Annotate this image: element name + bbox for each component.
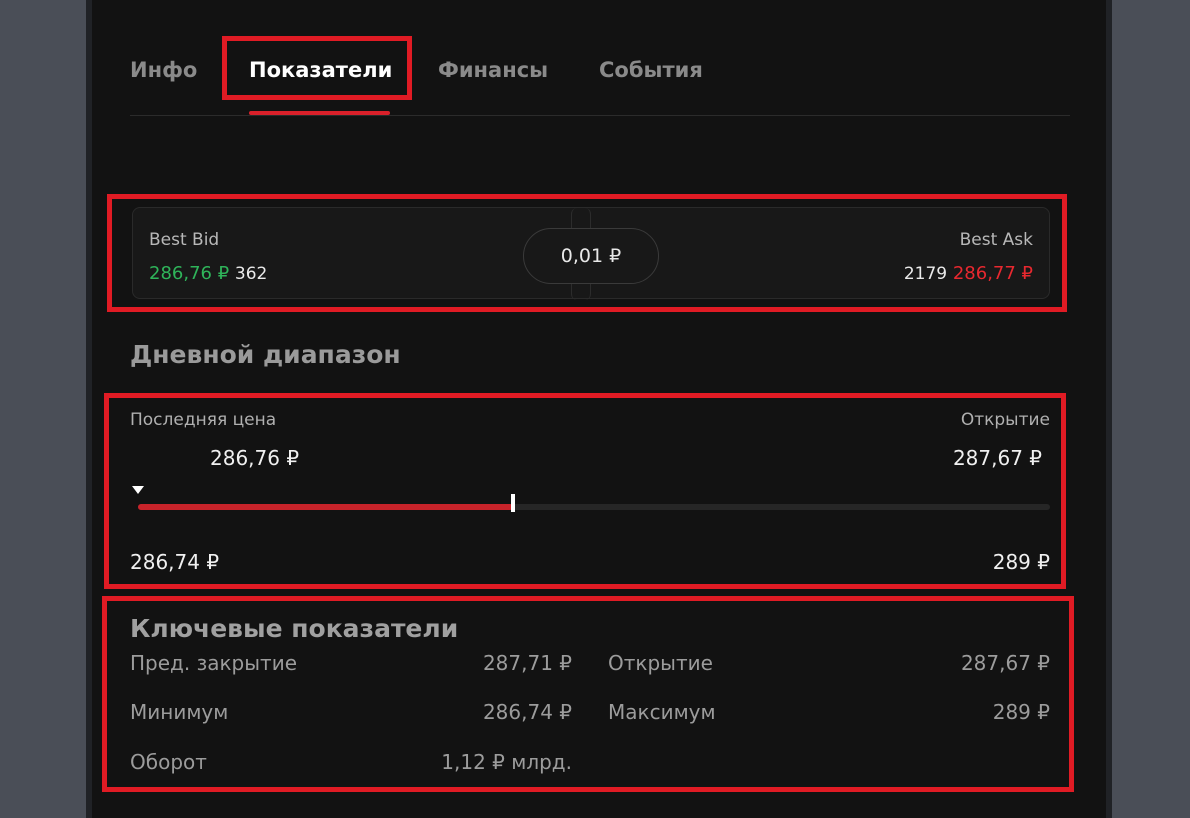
metric-value-max: 289 ₽: [992, 700, 1050, 724]
best-bid-price: 286,76 ₽: [149, 263, 230, 284]
open-value: 287,67 ₽: [952, 446, 1042, 470]
metric-label-min: Минимум: [130, 700, 229, 724]
tab-finances[interactable]: Финансы: [438, 58, 548, 82]
best-bid-ask-card: Best Bid 286,76 ₽ 362 0,01 ₽ Best Ask 21…: [132, 207, 1050, 300]
range-min-value: 286,74 ₽: [130, 550, 220, 574]
metric-label-prev-close: Пред. закрытие: [130, 651, 297, 675]
metric-label-max: Максимум: [608, 700, 716, 724]
open-price-marker: [511, 494, 515, 512]
tab-events[interactable]: События: [599, 58, 703, 82]
left-backdrop: [0, 0, 90, 818]
best-ask-row: 2179 286,77 ₽: [904, 263, 1033, 284]
range-max-value: 289 ₽: [992, 550, 1050, 574]
instrument-panel: Инфо Показатели Финансы События Best Bid…: [92, 0, 1106, 818]
last-price-value: 286,76 ₽: [210, 446, 300, 470]
tab-info[interactable]: Инфо: [130, 58, 197, 82]
metric-label-open: Открытие: [608, 651, 713, 675]
day-range-title: Дневной диапазон: [130, 340, 401, 369]
best-bid-volume: 362: [234, 264, 268, 284]
best-ask-volume: 2179: [903, 264, 948, 284]
last-price-label: Последняя цена: [130, 410, 277, 430]
tabs-divider: [130, 115, 1070, 116]
metric-value-prev-close: 287,71 ₽: [482, 651, 572, 675]
key-metrics-title: Ключевые показатели: [130, 614, 459, 643]
tab-indicators[interactable]: Показатели: [249, 58, 392, 82]
best-bid-row: 286,76 ₽ 362: [149, 263, 267, 284]
best-ask-title: Best Ask: [959, 230, 1033, 250]
day-range-fill: [138, 504, 513, 510]
right-edge: [1106, 0, 1112, 818]
best-bid-title: Best Bid: [149, 230, 220, 250]
spread-pill: 0,01 ₽: [523, 228, 659, 284]
day-range-track: [138, 504, 1050, 510]
metric-value-min: 286,74 ₽: [482, 700, 572, 724]
metric-value-turnover: 1,12 ₽ млрд.: [441, 750, 572, 774]
last-price-marker: [132, 486, 144, 494]
metric-value-open: 287,67 ₽: [960, 651, 1050, 675]
open-label: Открытие: [960, 410, 1050, 430]
right-backdrop: [1112, 0, 1190, 818]
metric-label-turnover: Оборот: [130, 750, 207, 774]
best-ask-price: 286,77 ₽: [952, 263, 1033, 284]
